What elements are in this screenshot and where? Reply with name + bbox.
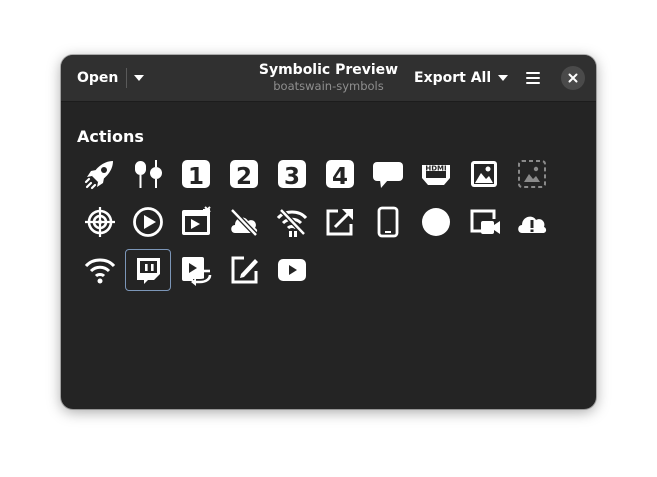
svg-text:HDMI: HDMI [425, 165, 446, 173]
app-window: Open Symbolic Preview boatswain-symbols … [61, 55, 596, 409]
switch-scene-icon [182, 257, 213, 286]
cloud-warning-icon [518, 216, 547, 233]
icon-cell-image-missing[interactable] [509, 153, 555, 195]
hamburger-menu-icon [526, 72, 540, 84]
number-4-icon: 4 [326, 160, 354, 190]
window-title: Symbolic Preview [258, 62, 399, 78]
icon-cell-screen-record[interactable] [461, 201, 507, 243]
window-subtitle: boatswain-symbols [273, 79, 384, 93]
icon-cell-switch-scene[interactable] [173, 249, 219, 291]
icon-cell-external-link[interactable] [317, 201, 363, 243]
header-bar: Open Symbolic Preview boatswain-symbols … [61, 55, 596, 102]
rocket-icon [84, 161, 113, 190]
hdmi-icon: HDMI [422, 165, 450, 185]
chevron-down-icon [498, 75, 509, 81]
target-icon [85, 207, 115, 237]
export-all-button[interactable]: Export All [406, 63, 516, 93]
icon-cell-rocket[interactable] [77, 153, 123, 195]
circle-icon [422, 208, 450, 236]
close-icon [568, 73, 578, 83]
icon-cell-youtube[interactable] [269, 249, 315, 291]
svg-text:4: 4 [332, 164, 348, 190]
icon-cell-target[interactable] [77, 201, 123, 243]
svg-text:3: 3 [284, 164, 300, 190]
section-title: Actions [77, 127, 144, 146]
chevron-down-icon [134, 75, 145, 81]
main-menu-button[interactable] [518, 63, 548, 93]
icon-cell-wifi-disabled[interactable] [269, 201, 315, 243]
edit-icon [231, 256, 258, 284]
icon-cell-phone[interactable] [365, 201, 411, 243]
image-icon [471, 161, 497, 187]
wifi-disabled-icon [276, 208, 308, 237]
youtube-icon [278, 259, 306, 281]
icon-cell-video-window[interactable] [173, 201, 219, 243]
icon-cell-number-2[interactable]: 2 [221, 153, 267, 195]
icon-cell-play-circle[interactable] [125, 201, 171, 243]
icon-cell-cloud-disabled[interactable] [221, 201, 267, 243]
icon-cell-edit[interactable] [221, 249, 267, 291]
icon-cell-microphones[interactable] [125, 153, 171, 195]
icon-cell-number-3[interactable]: 3 [269, 153, 315, 195]
icon-cell-image[interactable] [461, 153, 507, 195]
icon-cell-wifi[interactable] [77, 249, 123, 291]
play-circle-icon [133, 207, 163, 237]
close-button[interactable] [561, 66, 585, 90]
icon-cell-number-4[interactable]: 4 [317, 153, 363, 195]
wifi-icon [84, 258, 116, 284]
svg-text:1: 1 [188, 164, 204, 190]
icon-cell-number-1[interactable]: 1 [173, 153, 219, 195]
microphones-icon [135, 160, 162, 188]
speech-bubble-icon [373, 162, 403, 188]
image-missing-icon [518, 160, 546, 188]
icon-cell-twitch[interactable] [125, 249, 171, 291]
icon-cell-cloud-warning[interactable] [509, 201, 555, 243]
external-link-icon [326, 209, 353, 236]
svg-text:2: 2 [236, 164, 252, 190]
open-button[interactable]: Open [70, 70, 126, 86]
twitch-icon [137, 258, 160, 284]
icon-cell-circle[interactable] [413, 201, 459, 243]
screen-record-icon [470, 209, 500, 234]
open-menu-button[interactable] [127, 75, 151, 81]
phone-icon [377, 206, 399, 238]
icon-cell-hdmi[interactable]: HDMI [413, 153, 459, 195]
window-title-block: Symbolic Preview boatswain-symbols [241, 61, 416, 94]
number-1-icon: 1 [182, 160, 210, 190]
video-window-icon [182, 206, 211, 235]
icon-cell-speech-bubble[interactable] [365, 153, 411, 195]
open-split-button[interactable]: Open [70, 63, 151, 93]
number-2-icon: 2 [230, 160, 258, 190]
number-3-icon: 3 [278, 160, 306, 190]
export-all-label: Export All [414, 70, 492, 86]
cloud-disabled-icon [230, 208, 258, 237]
